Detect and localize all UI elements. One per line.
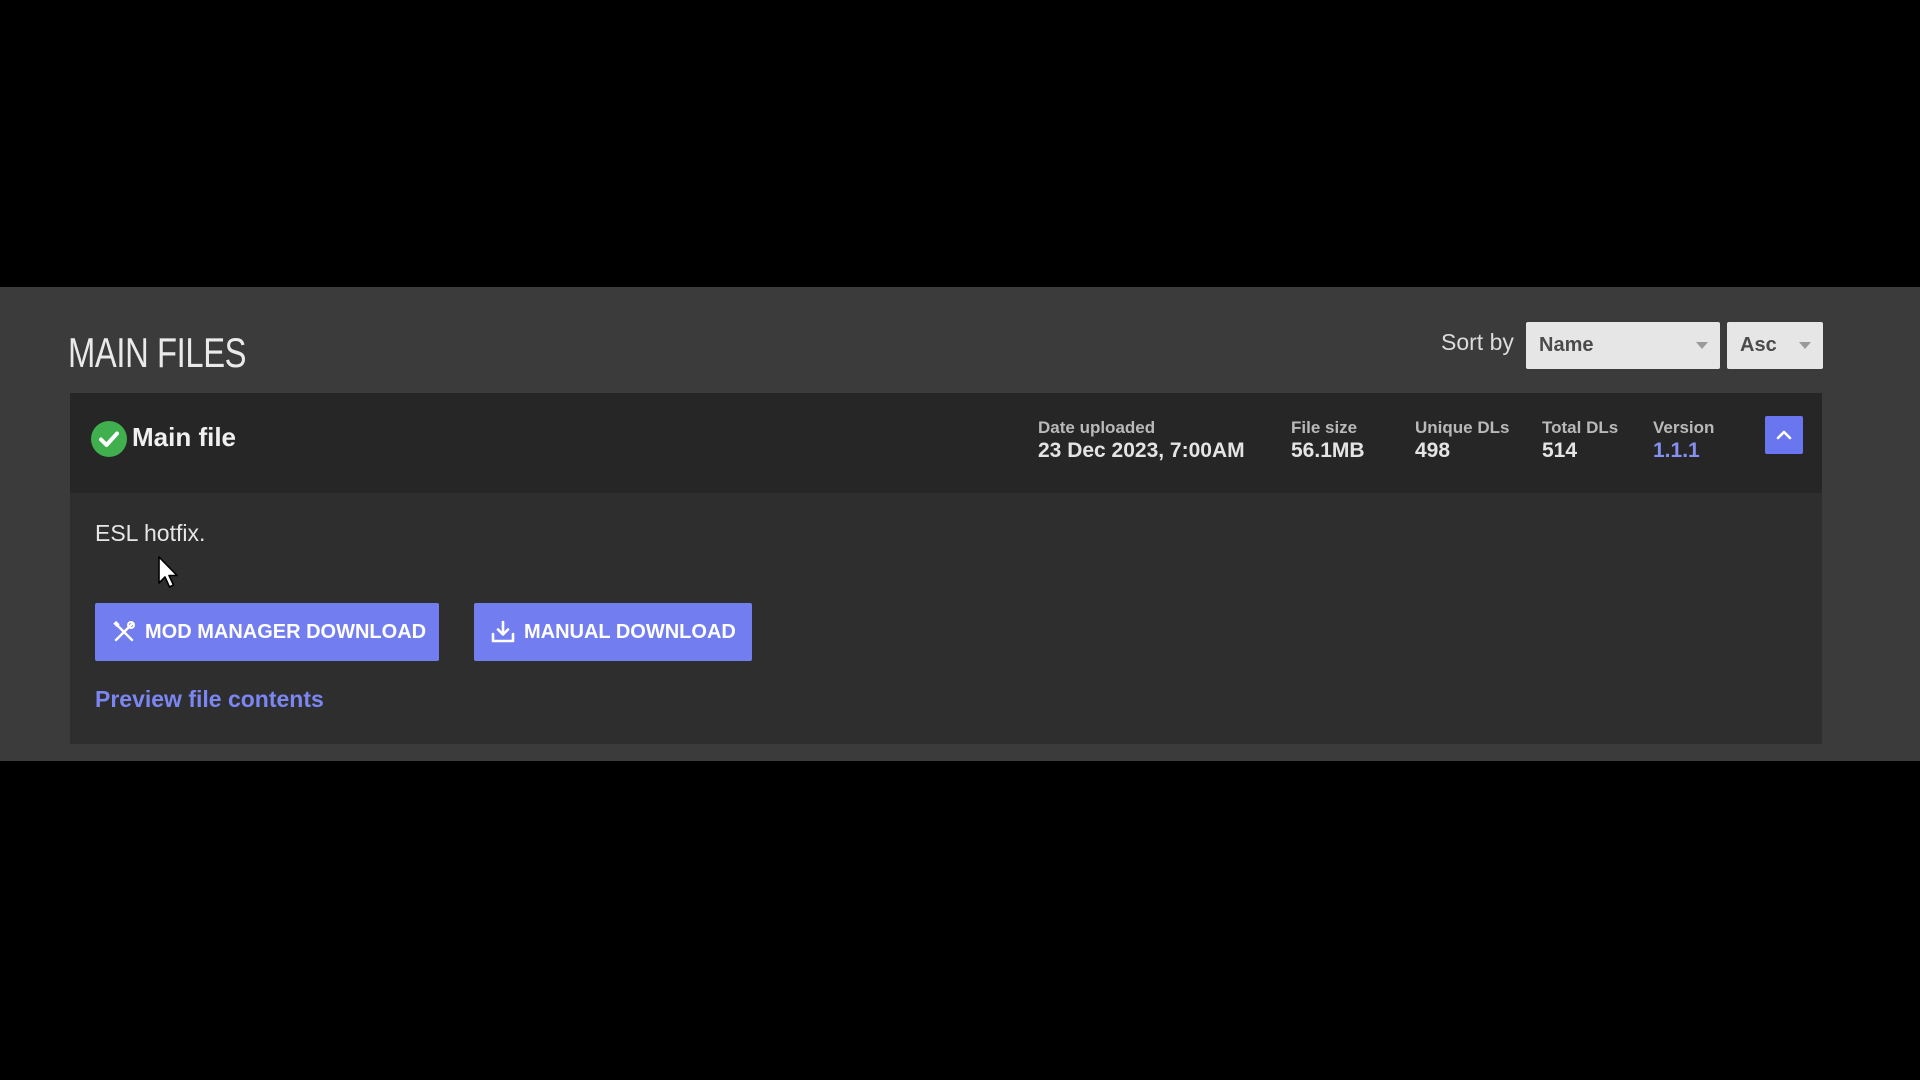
sort-order-select[interactable]: Asc (1727, 322, 1823, 369)
stat-unique-downloads: Unique DLs 498 (1415, 417, 1509, 463)
sort-order-value: Asc (1740, 334, 1777, 356)
section-title: MAIN FILES (68, 329, 247, 376)
chevron-down-icon (1799, 342, 1811, 349)
sort-field-select[interactable]: Name (1526, 322, 1720, 369)
download-icon (491, 620, 515, 643)
check-circle-icon (91, 421, 127, 457)
collapse-button[interactable] (1765, 416, 1803, 454)
wrench-screwdriver-icon (113, 620, 135, 642)
file-header: Main file Date uploaded 23 Dec 2023, 7:0… (70, 393, 1822, 493)
preview-file-contents-link[interactable]: Preview file contents (95, 686, 324, 713)
mouse-cursor-icon (158, 556, 178, 588)
stat-date-uploaded: Date uploaded 23 Dec 2023, 7:00AM (1038, 417, 1245, 463)
stat-version: Version 1.1.1 (1653, 417, 1714, 463)
file-name: Main file (132, 422, 237, 452)
sort-field-value: Name (1539, 334, 1594, 356)
stat-value: 56.1MB (1291, 439, 1365, 462)
mod-manager-download-button[interactable]: MOD MANAGER DOWNLOAD (95, 603, 439, 661)
file-description: ESL hotfix. (95, 520, 206, 546)
stat-total-downloads: Total DLs 514 (1542, 417, 1618, 463)
mod-manager-download-label: MOD MANAGER DOWNLOAD (145, 620, 427, 643)
stat-label: Date uploaded (1038, 418, 1156, 437)
sort-by-label: Sort by (1441, 329, 1514, 355)
main-files-panel: MAIN FILES Sort by Name Asc Main file Da… (0, 287, 1920, 761)
stat-label: Total DLs (1542, 418, 1619, 437)
stat-label: Version (1653, 418, 1715, 437)
stat-file-size: File size 56.1MB (1291, 417, 1365, 463)
chevron-down-icon (1696, 342, 1708, 349)
file-card: Main file Date uploaded 23 Dec 2023, 7:0… (70, 393, 1822, 744)
stat-value: 514 (1542, 439, 1578, 462)
chevron-up-icon (1776, 430, 1792, 440)
manual-download-label: MANUAL DOWNLOAD (524, 620, 736, 643)
version-link[interactable]: 1.1.1 (1653, 439, 1714, 463)
manual-download-button[interactable]: MANUAL DOWNLOAD (474, 603, 752, 661)
stat-value: 23 Dec 2023, 7:00AM (1038, 439, 1245, 462)
stat-value: 498 (1415, 439, 1451, 462)
stat-label: File size (1291, 418, 1358, 437)
stat-label: Unique DLs (1415, 418, 1510, 437)
